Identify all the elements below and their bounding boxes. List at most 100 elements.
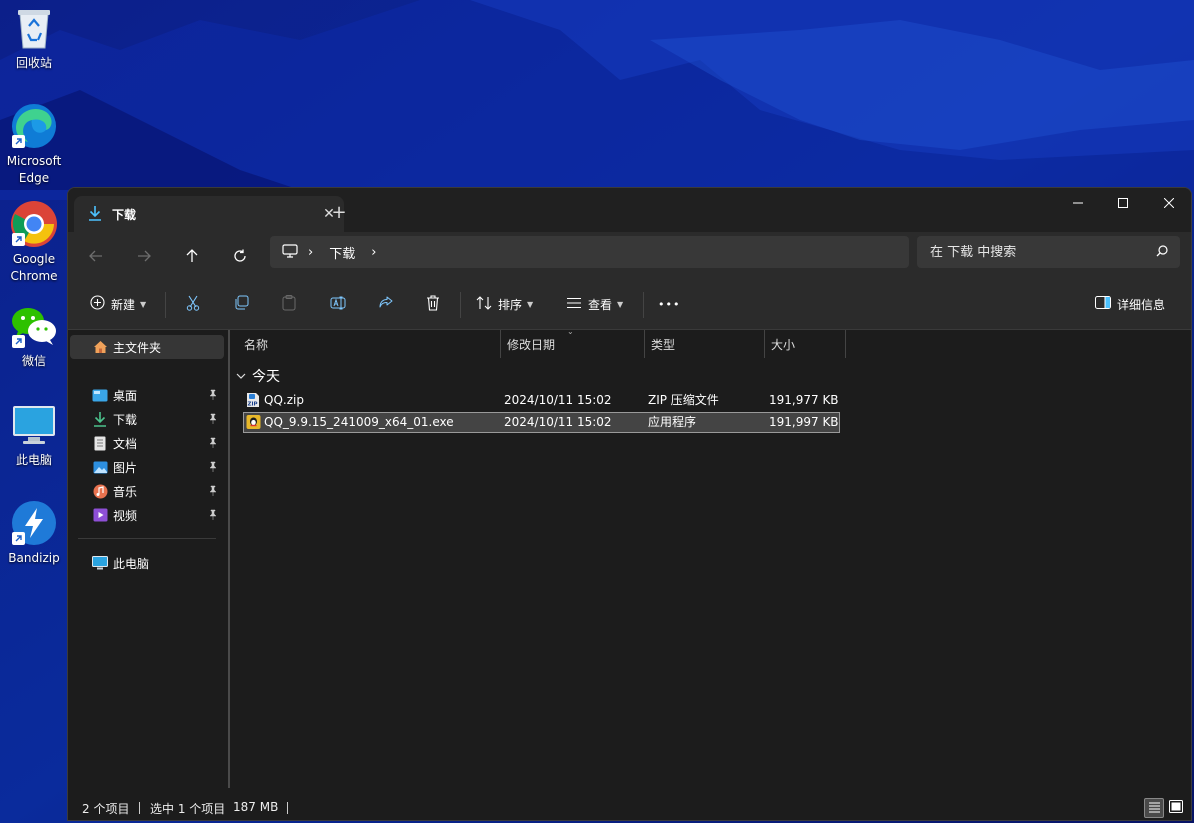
rename-icon	[330, 295, 346, 314]
toolbar-divider	[643, 292, 644, 318]
view-button[interactable]: 查看 ▼	[566, 289, 623, 319]
status-divider	[139, 802, 140, 814]
sidebar-item-this-pc[interactable]: 此电脑	[70, 551, 224, 575]
file-name: QQ.zip	[264, 393, 304, 407]
pin-icon[interactable]	[208, 485, 218, 499]
download-icon	[92, 411, 108, 427]
column-header-date[interactable]: 修改日期 ⌄	[501, 327, 645, 358]
desktop-icon-label: Google Chrome	[10, 252, 58, 283]
column-header-type[interactable]: 类型	[645, 330, 765, 358]
sidebar-item-music[interactable]: 音乐	[70, 479, 224, 503]
copy-button[interactable]	[234, 289, 249, 319]
rename-button[interactable]	[330, 289, 346, 319]
list-view-icon	[566, 297, 582, 312]
back-button[interactable]	[81, 242, 111, 270]
details-view-icon	[1148, 801, 1161, 816]
maximize-button[interactable]	[1100, 188, 1146, 218]
up-button[interactable]	[177, 242, 207, 270]
scissors-icon	[186, 295, 200, 314]
file-row[interactable]: ZIP QQ.zip 2024/10/11 15:02 ZIP 压缩文件 191…	[243, 391, 840, 412]
pin-icon[interactable]	[208, 437, 218, 451]
see-more-button[interactable]: •••	[658, 289, 680, 319]
chevron-down-icon: ▼	[617, 299, 624, 309]
close-button[interactable]	[1146, 188, 1191, 218]
desktop-icon-label: Bandizip	[8, 551, 60, 565]
share-button[interactable]	[378, 289, 394, 319]
sidebar-item-videos[interactable]: 视频	[70, 503, 224, 527]
sidebar-item-desktop[interactable]: 桌面	[70, 383, 224, 407]
desktop-icon-this-pc[interactable]: 此电脑	[0, 401, 68, 469]
chevron-right-icon[interactable]: ›	[308, 245, 313, 260]
sidebar-item-label: 视频	[113, 508, 138, 523]
file-explorer-window: 下载 ✕ + › 下载 › 在 下载 中搜索 新建 ▼ 排序 ▼ 查看 ▼ ••…	[67, 187, 1192, 821]
desktop-icon-chrome[interactable]: Google Chrome	[0, 200, 68, 285]
sort-button[interactable]: 排序 ▼	[476, 289, 533, 319]
desktop-icon-bandizip[interactable]: Bandizip	[0, 499, 68, 567]
shortcut-arrow-icon	[12, 135, 25, 148]
shortcut-arrow-icon	[12, 532, 25, 545]
sidebar-item-label: 此电脑	[113, 556, 150, 571]
sort-icon	[476, 295, 492, 313]
sort-button-label: 排序	[498, 297, 523, 312]
address-bar[interactable]: › 下载 ›	[270, 236, 909, 268]
refresh-button[interactable]	[225, 242, 255, 270]
desktop-icon-label: 微信	[21, 354, 46, 368]
column-header-size[interactable]: 大小	[765, 330, 846, 358]
column-header-label: 大小	[771, 337, 796, 352]
status-bar: 2 个项目 选中 1 个项目 187 MB	[68, 796, 1191, 820]
sidebar-item-home[interactable]: 主文件夹	[70, 335, 224, 359]
details-view-button[interactable]	[1144, 798, 1164, 818]
desktop-icon-recycle-bin[interactable]: 回收站	[0, 4, 68, 72]
tab-title: 下载	[112, 207, 137, 222]
chevron-down-icon: ▼	[527, 299, 534, 309]
sidebar-item-downloads[interactable]: 下载	[70, 407, 224, 431]
group-header-today[interactable]: 今天	[236, 366, 280, 386]
breadcrumb-downloads[interactable]: 下载	[329, 243, 355, 262]
tab-downloads[interactable]: 下载 ✕	[74, 196, 344, 232]
delete-button[interactable]	[426, 289, 440, 319]
selection-size: 187 MB	[233, 800, 279, 814]
column-header-name[interactable]: 名称	[238, 330, 501, 358]
new-tab-button[interactable]: +	[326, 202, 352, 226]
search-icon[interactable]	[1156, 244, 1168, 260]
bandizip-icon	[10, 499, 58, 547]
monitor-icon	[10, 401, 58, 449]
chevron-right-icon[interactable]: ›	[371, 245, 376, 260]
new-button[interactable]: 新建 ▼	[90, 289, 146, 319]
music-icon	[92, 483, 108, 499]
sidebar-item-label: 音乐	[113, 484, 138, 499]
sidebar-item-pictures[interactable]: 图片	[70, 455, 224, 479]
minimize-button[interactable]	[1055, 188, 1101, 218]
desktop-icon-label: 此电脑	[15, 453, 52, 467]
sidebar-item-documents[interactable]: 文档	[70, 431, 224, 455]
desktop-icon-edge[interactable]: Microsoft Edge	[0, 102, 68, 187]
cut-button[interactable]	[186, 289, 200, 319]
pin-icon[interactable]	[208, 461, 218, 475]
desktop-icon-wechat[interactable]: 微信	[0, 302, 68, 370]
details-pane-icon	[1095, 296, 1111, 312]
wechat-icon	[10, 302, 58, 350]
picture-icon	[92, 459, 108, 475]
item-count: 2 个项目	[82, 802, 130, 816]
file-size: 191,997 KB	[769, 415, 839, 429]
file-date: 2024/10/11 15:02	[504, 415, 612, 429]
desktop-icon-label: 回收站	[15, 56, 52, 70]
search-input[interactable]	[930, 244, 1156, 260]
sidebar-item-label: 桌面	[113, 388, 138, 403]
tiles-view-button[interactable]	[1166, 798, 1186, 818]
paste-button[interactable]	[282, 289, 296, 319]
document-icon	[92, 435, 108, 451]
search-box[interactable]	[917, 236, 1180, 268]
view-button-label: 查看	[588, 297, 613, 312]
file-row[interactable]: QQ_9.9.15_241009_x64_01.exe 2024/10/11 1…	[243, 412, 840, 433]
selection-count: 选中 1 个项目	[150, 802, 226, 816]
pin-icon[interactable]	[208, 413, 218, 427]
pin-icon[interactable]	[208, 509, 218, 523]
toolbar-divider	[165, 292, 166, 318]
details-pane-button[interactable]: 详细信息	[1095, 289, 1165, 319]
forward-button[interactable]	[129, 242, 159, 270]
pin-icon[interactable]	[208, 389, 218, 403]
edge-icon	[10, 102, 58, 150]
file-list: 名称 修改日期 ⌄ 类型 大小 今天 ZIP QQ.zip 2024/10/11…	[230, 327, 1191, 788]
copy-icon	[234, 295, 249, 313]
